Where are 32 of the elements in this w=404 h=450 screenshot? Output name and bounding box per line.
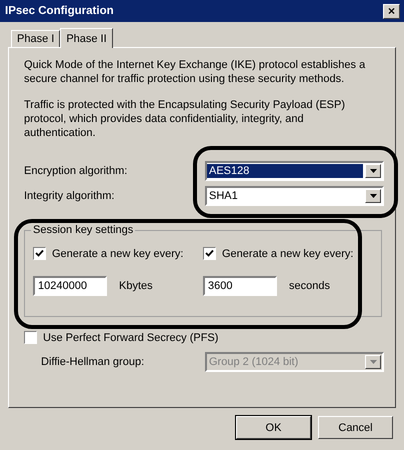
dropdown-value: SHA1: [208, 188, 239, 202]
checkbox[interactable]: [24, 331, 37, 344]
dropdown-value: Group 2 (1024 bit): [208, 354, 300, 368]
intro-text: Quick Mode of the Internet Key Exchange (IKE) protocol establishes a secure channel for traffic protection using these security methods.: [24, 58, 366, 86]
input-field[interactable]: 3600: [203, 276, 277, 296]
window-title: IPsec Configuration: [5, 5, 114, 17]
field-label: Integrity algorithm:: [24, 190, 116, 202]
checkbox[interactable]: [203, 247, 216, 260]
caret-icon: [370, 360, 376, 364]
checkbox-label: Generate a new key every:: [222, 248, 354, 260]
caret-icon: [370, 168, 376, 172]
dropdown-value: AES128: [207, 164, 363, 178]
unit-label: seconds: [289, 280, 330, 292]
checkbox[interactable]: [33, 247, 46, 260]
tab[interactable]: Phase II: [60, 28, 113, 48]
algorithm-dropdown[interactable]: SHA1: [205, 186, 384, 206]
dialog-button[interactable]: OK: [236, 416, 311, 439]
tab[interactable]: Phase I: [11, 30, 60, 47]
field-label: Encryption algorithm:: [24, 164, 128, 176]
caret-icon: [370, 194, 376, 198]
checkmark-icon: [205, 249, 214, 258]
esp-text: Traffic is protected with the Encapsulating Security Payload (ESP) protocol, which provides data confidentiality, integrity, and authentication.: [24, 98, 346, 140]
close-button[interactable]: ×: [383, 4, 400, 18]
checkbox-label: Generate a new key every:: [52, 248, 184, 260]
checkmark-icon: [35, 249, 44, 258]
input-field[interactable]: 10240000: [33, 276, 107, 296]
checkbox-label: Use Perfect Forward Secrecy (PFS): [43, 332, 218, 344]
field-label: Diffie-Hellman group:: [41, 356, 146, 368]
group-title: Session key settings: [32, 224, 134, 236]
algorithm-dropdown[interactable]: AES128: [205, 160, 384, 180]
unit-label: Kbytes: [119, 280, 153, 292]
dialog-button[interactable]: Cancel: [318, 416, 393, 439]
